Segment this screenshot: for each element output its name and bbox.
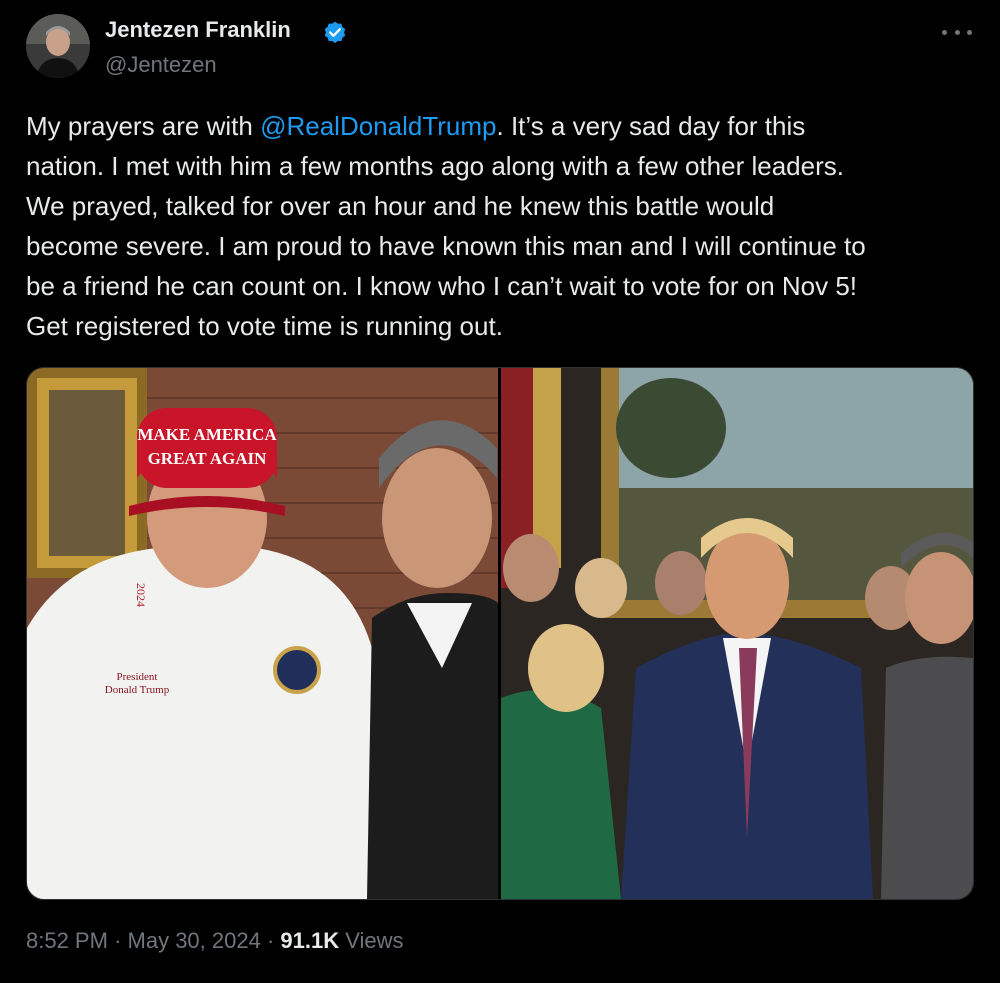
cap-text-line2: GREAT AGAIN: [148, 449, 268, 468]
mention-link[interactable]: @RealDonaldTrump: [260, 111, 496, 141]
photo-right[interactable]: [501, 368, 973, 899]
collar-text: 2024: [134, 583, 148, 607]
tweet-text: My prayers are with @RealDonaldTrump. It…: [26, 106, 976, 346]
views-label: Views: [345, 928, 404, 953]
tweet-time[interactable]: 8:52 PM: [26, 928, 108, 953]
handle[interactable]: @Jentezen: [105, 52, 217, 78]
tweet-text-segment: My prayers are with: [26, 111, 261, 141]
verified-badge-icon: [324, 21, 346, 44]
tweet-media: MAKE AMERICA GREAT AGAIN 2024 President …: [26, 367, 974, 900]
tweet-line: We prayed, talked for over an hour and h…: [26, 191, 775, 221]
tweet-line: become severe. I am proud to have known …: [26, 231, 866, 261]
more-dot: [942, 29, 947, 35]
views-count[interactable]: 91.1K: [280, 928, 339, 953]
meta-separator: ·: [266, 928, 275, 953]
avatar[interactable]: [26, 14, 90, 78]
more-dot: [954, 29, 960, 35]
tweet-text-segment: . It’s a very sad day for this: [496, 111, 806, 141]
display-name[interactable]: Jentezen Franklin: [105, 17, 291, 43]
tweet-line: Get registered to vote time is running o…: [26, 311, 503, 341]
tweet-line: be a friend he can count on. I know who …: [26, 271, 858, 301]
cap-text-line1: MAKE AMERICA: [137, 425, 277, 444]
presidential-seal: [273, 646, 321, 694]
tweet-line: My prayers are with @RealDonaldTrump. It…: [26, 106, 976, 146]
shirt-text-line2: Donald Trump: [105, 684, 170, 696]
more-dot: [967, 29, 972, 35]
photo-left[interactable]: MAKE AMERICA GREAT AGAIN 2024 President …: [27, 368, 498, 899]
photo-right-image: [501, 368, 973, 899]
photo-left-image: MAKE AMERICA GREAT AGAIN 2024 President …: [27, 368, 498, 899]
tweet-meta: 8:52 PM · May 30, 2024 · 91.1K Views: [26, 928, 404, 954]
more-options-icon[interactable]: [942, 22, 972, 42]
meta-separator: ·: [114, 928, 122, 953]
tweet-date[interactable]: May 30, 2024: [128, 928, 261, 953]
shirt-text-line1: President: [117, 671, 158, 683]
avatar-image: [26, 14, 90, 78]
tweet-line: nation. I met with him a few months ago …: [26, 151, 844, 181]
